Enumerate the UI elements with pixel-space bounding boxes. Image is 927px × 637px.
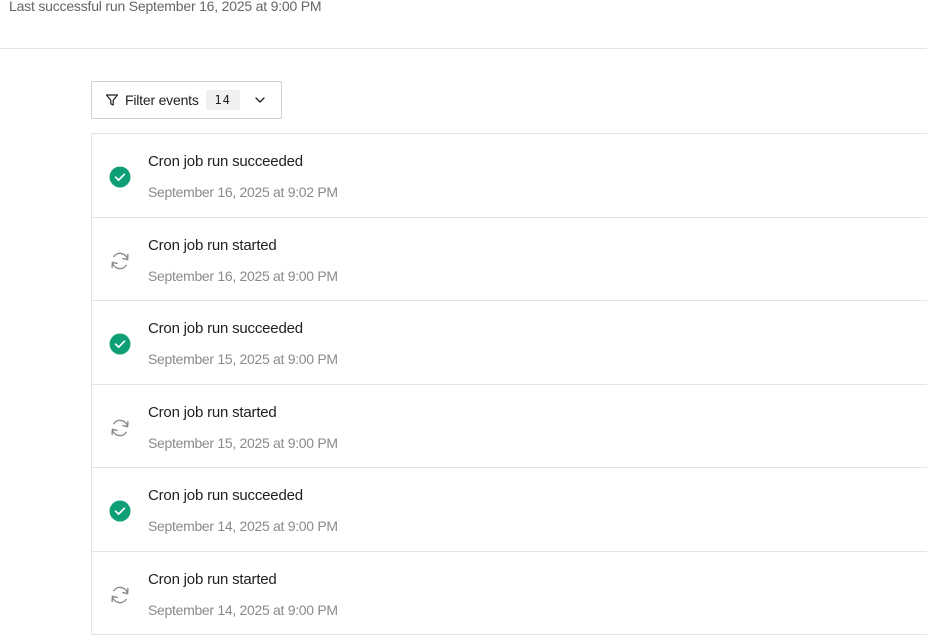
event-title: Cron job run started [148, 571, 277, 588]
event-count-badge: 14 [205, 90, 240, 110]
cron-job-page: Last successful run September 16, 2025 a… [0, 0, 927, 637]
event-row[interactable]: Cron job run started September 16, 2025 … [92, 218, 927, 301]
event-title: Cron job run succeeded [148, 320, 303, 337]
event-timestamp: September 14, 2025 at 9:00 PM [148, 602, 338, 618]
event-timestamp: September 16, 2025 at 9:02 PM [148, 184, 338, 200]
refresh-icon [109, 417, 131, 439]
chevron-down-icon [254, 94, 266, 106]
event-timestamp: September 16, 2025 at 9:00 PM [148, 268, 338, 284]
filter-icon [105, 93, 119, 107]
last-successful-run: Last successful run September 16, 2025 a… [9, 0, 322, 14]
event-title: Cron job run succeeded [148, 153, 303, 170]
event-list: Cron job run succeeded September 16, 202… [91, 133, 927, 635]
filter-events-label: Filter events [125, 92, 199, 108]
filter-events-button[interactable]: Filter events 14 [91, 81, 282, 119]
event-row[interactable]: Cron job run succeeded September 15, 202… [92, 301, 927, 385]
event-timestamp: September 14, 2025 at 9:00 PM [148, 518, 338, 534]
event-row[interactable]: Cron job run started September 15, 2025 … [92, 385, 927, 468]
header-divider [0, 48, 927, 49]
check-circle-icon [109, 500, 131, 522]
event-row[interactable]: Cron job run succeeded September 14, 202… [92, 468, 927, 552]
event-row[interactable]: Cron job run started September 14, 2025 … [92, 552, 927, 635]
event-timestamp: September 15, 2025 at 9:00 PM [148, 351, 338, 367]
check-circle-icon [109, 333, 131, 355]
refresh-icon [109, 250, 131, 272]
event-title: Cron job run succeeded [148, 487, 303, 504]
event-row[interactable]: Cron job run succeeded September 16, 202… [92, 134, 927, 218]
refresh-icon [109, 584, 131, 606]
check-circle-icon [109, 166, 131, 188]
event-timestamp: September 15, 2025 at 9:00 PM [148, 435, 338, 451]
event-title: Cron job run started [148, 237, 277, 254]
event-title: Cron job run started [148, 404, 277, 421]
